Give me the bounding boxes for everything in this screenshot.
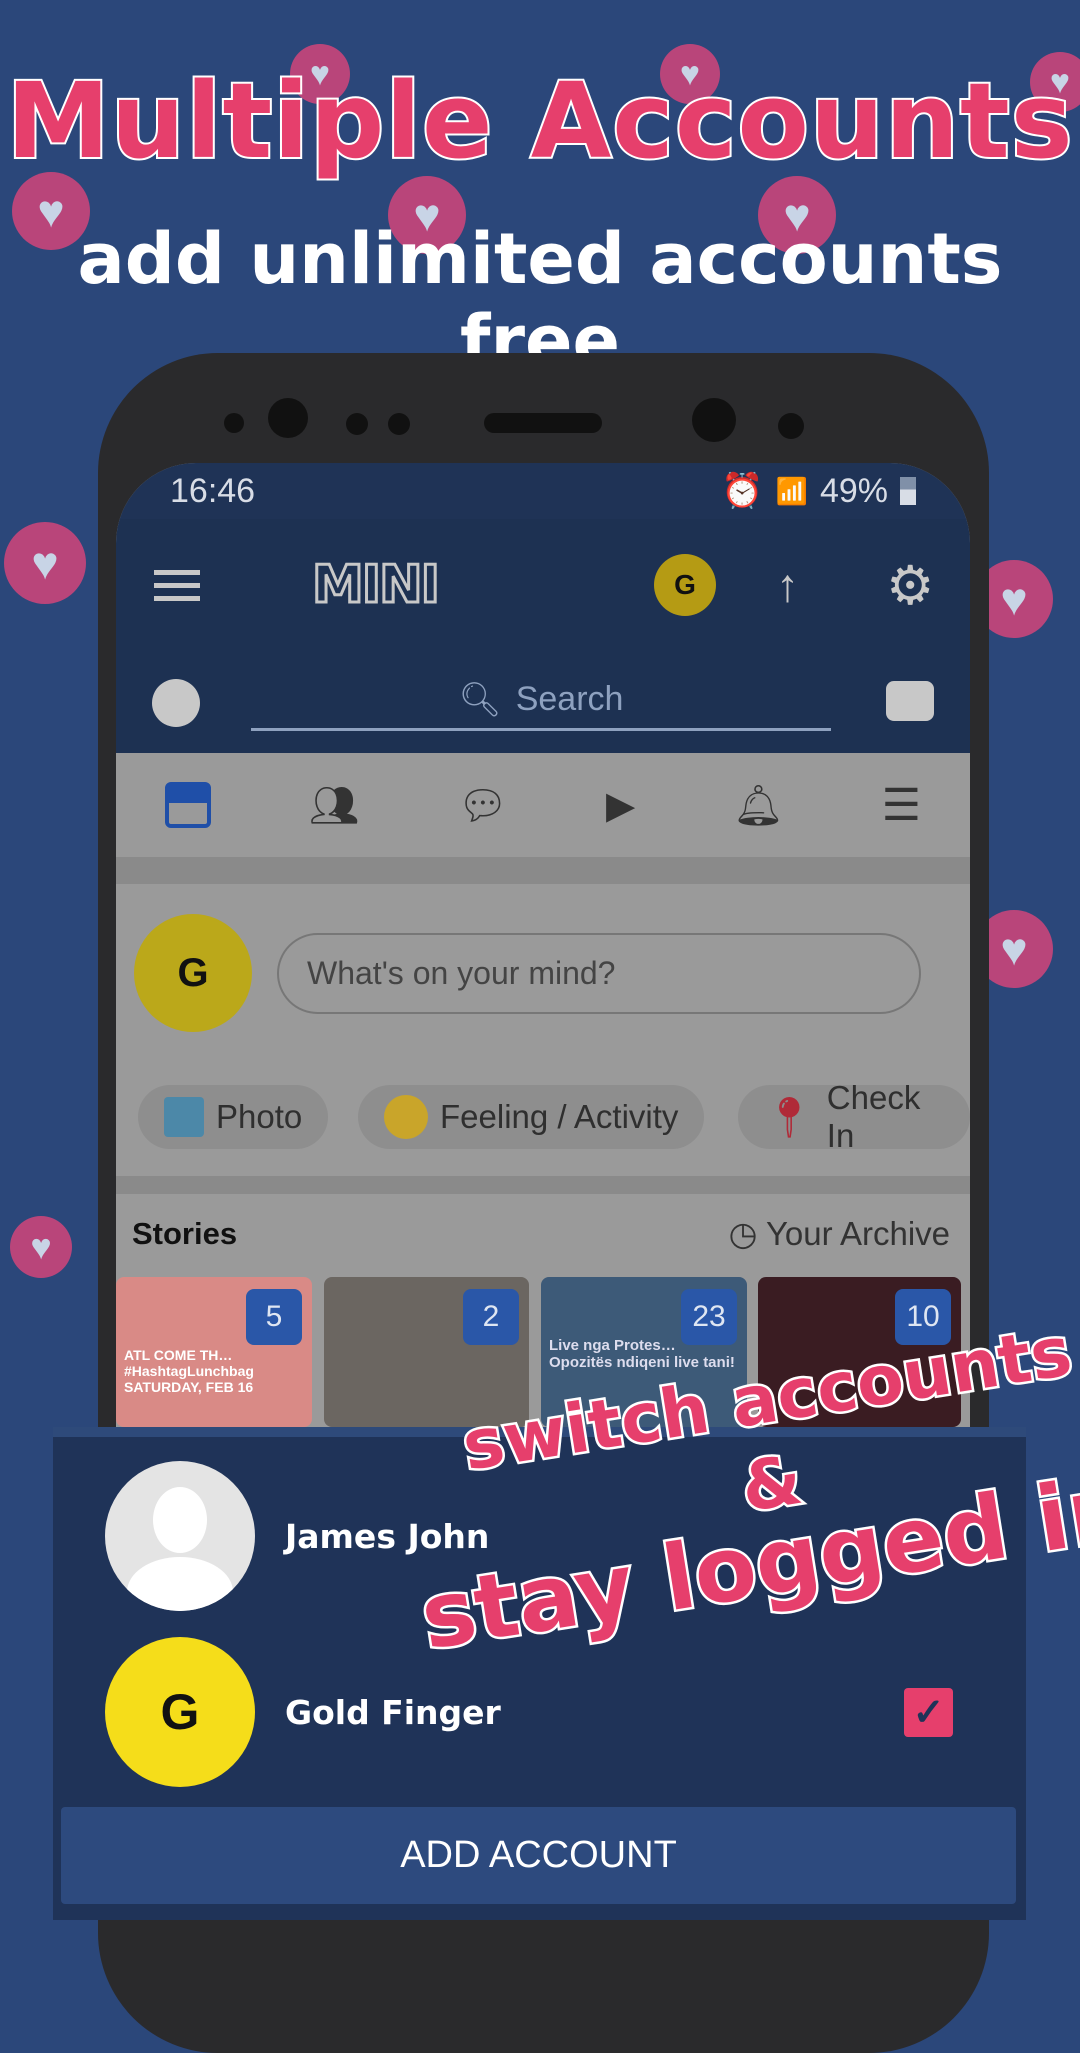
chip-label: Check In (826, 1079, 921, 1154)
archive-link[interactable]: ◷ Your Archive (729, 1214, 950, 1253)
location-pin-icon: 📍︎ (764, 1095, 815, 1140)
story-text: ATL COME TH… #HashtagLunchbag SATURDAY, … (124, 1347, 254, 1395)
story-card[interactable]: ATL COME TH… #HashtagLunchbag SATURDAY, … (116, 1277, 312, 1427)
camera-icon[interactable] (886, 681, 934, 721)
account-name: Gold Finger (285, 1692, 501, 1732)
add-account-button[interactable]: ADD ACCOUNT (61, 1807, 1016, 1904)
wifi-icon: 📶 (775, 475, 808, 506)
arrow-up-icon[interactable]: ↑ (776, 558, 799, 612)
tab-friends[interactable]: 👥︎ (309, 782, 360, 829)
photo-icon (164, 1097, 204, 1137)
story-count-badge: 2 (463, 1289, 519, 1345)
promo-title: Multiple Accounts (4, 58, 1074, 184)
status-time: 16:46 (170, 471, 256, 510)
search-row: 🔍︎ Search (116, 651, 970, 753)
feeling-chip[interactable]: Feeling / Activity (358, 1085, 705, 1149)
smiley-icon (384, 1095, 428, 1139)
default-avatar (105, 1461, 255, 1611)
profile-avatar[interactable]: G (654, 554, 716, 616)
account-item[interactable]: G Gold Finger ✓ (53, 1637, 1026, 1787)
app-logo: MINI (311, 554, 442, 617)
composer-input[interactable]: What's on your mind? (277, 933, 921, 1014)
tab-menu[interactable]: ☰ (882, 780, 921, 831)
gear-icon[interactable]: ⚙ (886, 554, 934, 617)
nav-tabs: 👥︎ 💬︎ ▶ 🔔︎ ☰ (116, 753, 970, 857)
search-icon: 🔍︎ (458, 680, 502, 719)
app-bar: MINI G ↑ ⚙ (116, 519, 970, 651)
chip-label: Feeling / Activity (440, 1098, 679, 1135)
composer-avatar: G (134, 914, 252, 1032)
phone-screen: 16:46 ⏰ 📶 49% MINI G ↑ ⚙ 🔍︎ Search 👥︎ 💬︎… (116, 463, 970, 1463)
status-bar: 16:46 ⏰ 📶 49% (116, 463, 970, 519)
battery-percent: 49% (819, 471, 888, 510)
composer: G What's on your mind? Photo Feeling / A… (116, 884, 970, 1176)
story-count-badge: 23 (681, 1289, 737, 1345)
heart-icon: ♥ (4, 522, 86, 604)
search-input[interactable]: 🔍︎ Search (251, 671, 831, 731)
alarm-icon: ⏰ (721, 472, 764, 510)
story-count-badge: 5 (246, 1289, 302, 1345)
account-icon[interactable] (152, 679, 200, 727)
heart-icon: ♥ (10, 1216, 72, 1278)
account-name: James John (285, 1516, 490, 1556)
gold-finger-avatar: G (105, 1637, 255, 1787)
tab-watch[interactable]: ▶ (606, 783, 635, 828)
tab-messenger[interactable]: 💬︎ (457, 782, 508, 829)
search-placeholder: Search (515, 680, 624, 718)
tab-notifications[interactable]: 🔔︎ (733, 782, 784, 829)
chip-label: Photo (216, 1098, 303, 1135)
photo-chip[interactable]: Photo (138, 1085, 329, 1149)
tab-news-feed[interactable] (164, 782, 211, 828)
stories-title: Stories (132, 1216, 238, 1251)
selected-checkbox[interactable]: ✓ (904, 1687, 953, 1737)
battery-icon (900, 477, 916, 505)
archive-label: Your Archive (765, 1215, 950, 1252)
menu-icon[interactable] (154, 569, 200, 601)
checkin-chip[interactable]: 📍︎ Check In (738, 1079, 970, 1154)
